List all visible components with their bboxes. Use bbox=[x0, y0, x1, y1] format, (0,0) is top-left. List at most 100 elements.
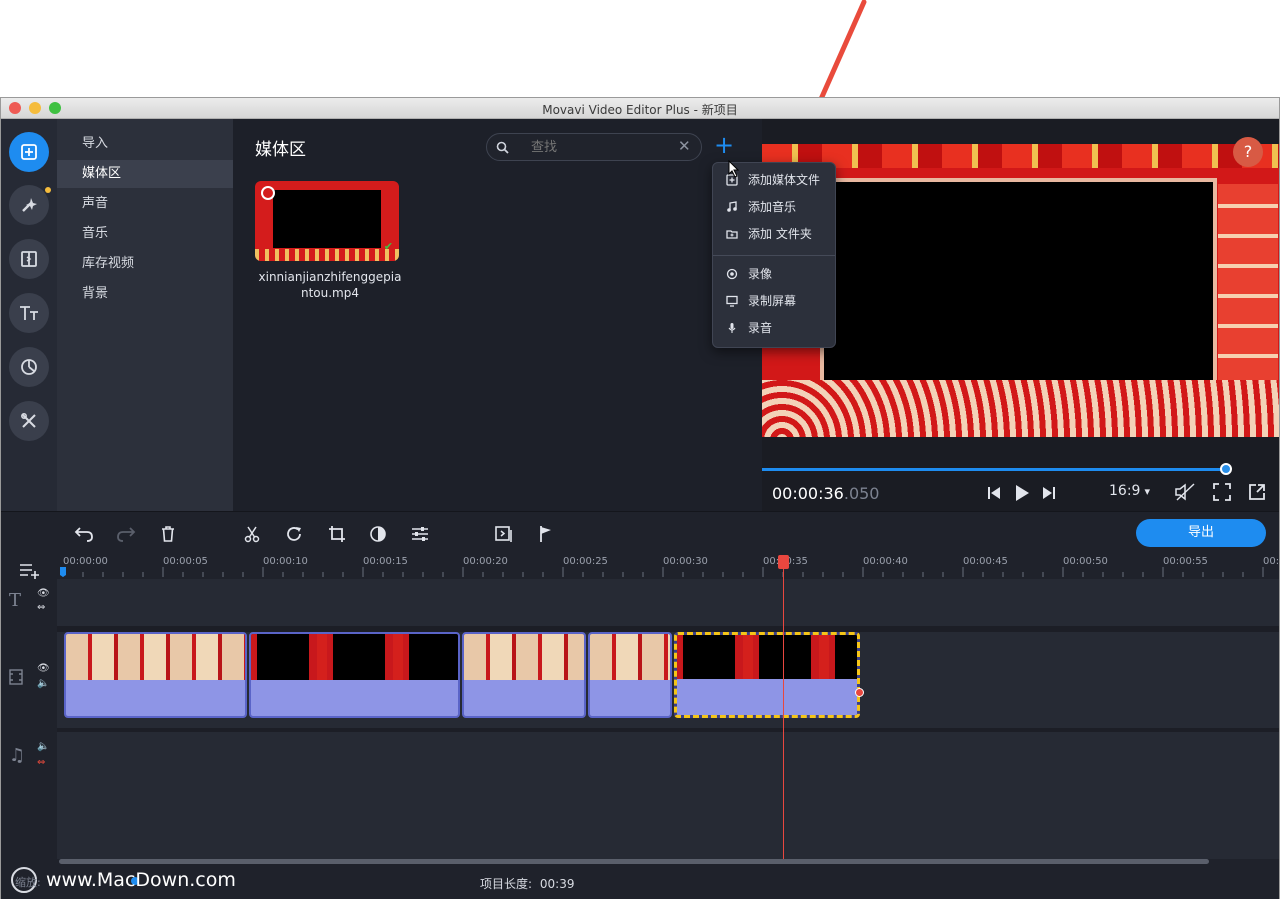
ruler-start-marker[interactable] bbox=[60, 567, 66, 577]
transitions-tool-button[interactable] bbox=[9, 239, 49, 279]
crop-button[interactable] bbox=[325, 522, 349, 546]
titles-tool-button[interactable] bbox=[9, 293, 49, 333]
delete-button[interactable] bbox=[156, 522, 180, 546]
ruler-tick-label: 00:00:45 bbox=[963, 556, 1008, 567]
title-track[interactable] bbox=[57, 579, 1279, 626]
next-frame-icon[interactable] bbox=[1042, 486, 1056, 500]
playhead-handle[interactable] bbox=[778, 555, 789, 569]
add-media-plus-button[interactable]: + bbox=[714, 132, 734, 158]
ruler-tick-label: 00:00:55 bbox=[1163, 556, 1208, 567]
menu-divider bbox=[713, 255, 835, 256]
playhead[interactable] bbox=[783, 555, 784, 859]
ruler-tick-label: 00:00:25 bbox=[563, 556, 608, 567]
volume-muted-icon[interactable] bbox=[1174, 483, 1196, 501]
ruler-tick-label: 00:00:20 bbox=[463, 556, 508, 567]
help-button[interactable]: ? bbox=[1233, 137, 1263, 167]
ruler-tick-label: 00:00:00 bbox=[63, 556, 108, 567]
video-clip[interactable] bbox=[462, 632, 586, 718]
record-voice-button[interactable] bbox=[492, 522, 516, 546]
video-clip[interactable] bbox=[249, 632, 460, 718]
project-length: 项目长度: 00:39 bbox=[480, 875, 574, 892]
clip-properties-button[interactable] bbox=[408, 522, 432, 546]
color-adjust-button[interactable] bbox=[366, 522, 390, 546]
timeline-ruler[interactable]: 00:00:00 00:00:05 00:00:10 00:00:15 00:00:20… bbox=[57, 555, 1280, 579]
media-thumbnail[interactable]: ✔ bbox=[255, 181, 399, 261]
video-clip-selected[interactable] bbox=[674, 632, 860, 718]
video-track-icon bbox=[9, 669, 23, 685]
add-marker-button[interactable] bbox=[534, 522, 558, 546]
ruler-ticks: 00:00:00 00:00:05 00:00:10 00:00:15 00:00:20… bbox=[60, 556, 1280, 577]
audio-track-icon: ♫ bbox=[9, 745, 26, 766]
nav-item-stock-video[interactable]: 库存视频 bbox=[57, 250, 233, 278]
import-tool-button[interactable] bbox=[9, 132, 49, 172]
media-bin-panel: 媒体区 ✕ + ✔ xinnianjianzhifenggepiantou.mp… bbox=[233, 119, 762, 511]
nav-item-import[interactable]: 导入 bbox=[57, 130, 233, 158]
redo-button[interactable] bbox=[114, 522, 138, 546]
undo-icon bbox=[74, 527, 93, 542]
fullscreen-icon[interactable] bbox=[1213, 483, 1231, 501]
transition-icon bbox=[21, 251, 37, 267]
video-clip[interactable] bbox=[588, 632, 672, 718]
video-track[interactable] bbox=[57, 632, 1279, 728]
menu-item-add-folder[interactable]: 添加 文件夹 bbox=[713, 221, 837, 248]
audio-track[interactable] bbox=[57, 732, 1279, 859]
window-title: Movavi Video Editor Plus - 新项目 bbox=[542, 103, 738, 117]
search-input[interactable] bbox=[531, 138, 661, 156]
title-bar: Movavi Video Editor Plus - 新项目 bbox=[1, 98, 1279, 119]
video-clip[interactable] bbox=[64, 632, 247, 718]
more-tools-button[interactable] bbox=[9, 401, 49, 441]
preview-progress-track[interactable] bbox=[762, 468, 1228, 471]
filters-tool-button[interactable] bbox=[9, 185, 51, 225]
webcam-icon bbox=[726, 268, 738, 280]
microphone-icon bbox=[728, 323, 736, 333]
title-track-visibility-icon[interactable]: 👁 bbox=[37, 588, 50, 599]
audio-track-link-icon[interactable]: ⇔ bbox=[37, 757, 45, 768]
stickers-tool-button[interactable] bbox=[9, 347, 49, 387]
nav-item-backgrounds[interactable]: 背景 bbox=[57, 280, 233, 308]
menu-item-record-screen[interactable]: 录制屏幕 bbox=[713, 288, 837, 315]
horizontal-scrollbar[interactable] bbox=[59, 859, 1209, 864]
menu-item-add-music[interactable]: 添加音乐 bbox=[713, 194, 837, 221]
rotate-icon bbox=[287, 527, 301, 541]
project-length-label: 项目长度: bbox=[480, 877, 533, 891]
video-track-volume-icon[interactable]: 🔈 bbox=[37, 678, 49, 689]
chevron-down-icon: ▾ bbox=[1144, 485, 1150, 498]
add-track-icon[interactable] bbox=[19, 562, 41, 580]
audio-track-volume-icon[interactable]: 🔈 bbox=[37, 741, 49, 752]
add-media-menu: 添加媒体文件 添加音乐 添加 文件夹 录像 录制屏幕 录音 bbox=[712, 162, 836, 348]
ruler-tick-label: 00:00:50 bbox=[1063, 556, 1108, 567]
timecode: 00:00:36.050 bbox=[772, 484, 879, 503]
clip-volume-handle[interactable] bbox=[855, 688, 864, 697]
nav-item-sounds[interactable]: 声音 bbox=[57, 190, 233, 218]
timecode-main: 00:00:36 bbox=[772, 484, 844, 503]
zoom-label: 缩放: bbox=[15, 876, 41, 889]
menu-item-record-audio[interactable]: 录音 bbox=[713, 315, 837, 342]
export-button[interactable]: 导出 bbox=[1136, 519, 1266, 547]
folder-add-icon bbox=[726, 230, 738, 239]
preview-progress-handle[interactable] bbox=[1220, 463, 1232, 475]
ruler-tick-label: 00:00:10 bbox=[263, 556, 308, 567]
text-icon bbox=[20, 306, 38, 320]
monitor-icon bbox=[726, 295, 738, 307]
play-icon[interactable] bbox=[1014, 484, 1030, 502]
rotate-button[interactable] bbox=[282, 522, 306, 546]
title-track-link-icon[interactable]: ⇔ bbox=[37, 602, 45, 613]
menu-item-record-video[interactable]: 录像 bbox=[713, 261, 837, 288]
mouse-cursor-icon bbox=[728, 160, 740, 178]
redo-icon bbox=[117, 527, 136, 542]
nav-item-media-bin[interactable]: 媒体区 bbox=[57, 160, 233, 188]
detach-preview-icon[interactable] bbox=[1248, 483, 1266, 501]
video-track-eye-icon[interactable]: 👁 bbox=[37, 663, 50, 674]
nav-item-music[interactable]: 音乐 bbox=[57, 220, 233, 248]
undo-button[interactable] bbox=[72, 522, 96, 546]
ruler-tick-label: 00:00:30 bbox=[663, 556, 708, 567]
magic-wand-icon bbox=[22, 198, 37, 212]
search-box[interactable]: ✕ bbox=[486, 133, 702, 161]
aspect-ratio-select[interactable]: 16:9 ▾ bbox=[1109, 483, 1150, 499]
clear-search-icon[interactable]: ✕ bbox=[678, 137, 691, 155]
ruler-tick-label: 00:01 bbox=[1263, 556, 1280, 567]
play-badge-icon bbox=[261, 186, 275, 200]
split-button[interactable] bbox=[240, 522, 264, 546]
previous-frame-icon[interactable] bbox=[987, 486, 1001, 500]
trash-icon bbox=[162, 526, 174, 542]
